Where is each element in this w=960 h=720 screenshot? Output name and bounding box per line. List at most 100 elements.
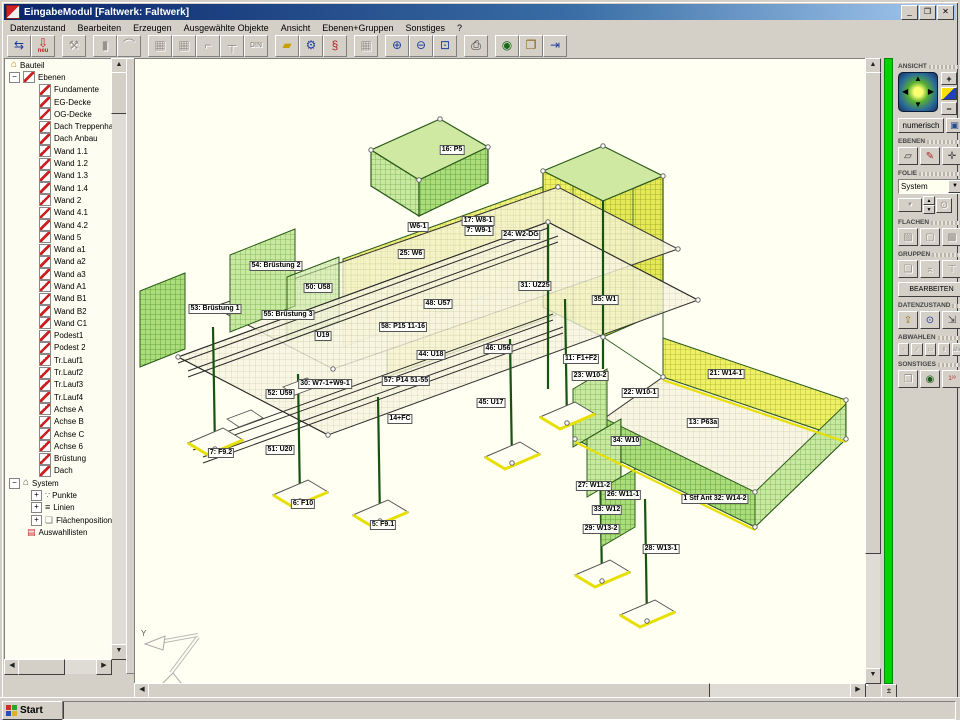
tree-item-linien[interactable]: +≡Linien bbox=[5, 502, 113, 514]
tree-item-wand-1-1[interactable]: Wand 1.1 bbox=[5, 145, 113, 157]
tree-item-eg-decke[interactable]: EG-Decke bbox=[5, 96, 113, 108]
einlesen-button[interactable]: ⇪ bbox=[898, 311, 918, 329]
gruppe-kopieren-button[interactable]: ❏ bbox=[898, 260, 918, 278]
abwahl-gruppe-button[interactable]: ‖ bbox=[938, 343, 949, 356]
raster-button[interactable]: ▦ bbox=[148, 35, 172, 57]
folie-select[interactable]: System ▼ bbox=[898, 179, 960, 194]
tree-item-tr-lauf3[interactable]: Tr.Lauf3 bbox=[5, 379, 113, 391]
menu-bearbeiten[interactable]: Bearbeiten bbox=[72, 22, 128, 34]
tree-item-brüstung[interactable]: Brüstung bbox=[5, 453, 113, 465]
model-viewport[interactable]: Y X 16: P5W6-117: W8-17: W9-124: W2-DG25… bbox=[134, 58, 868, 686]
flaeche-kontur-button[interactable]: ▢ bbox=[920, 228, 940, 246]
numeric-view-button[interactable]: numerisch bbox=[898, 118, 944, 133]
din-button[interactable]: DIN bbox=[244, 35, 268, 57]
abwahl-flaeche-button[interactable]: ▭ bbox=[925, 343, 936, 356]
tree-item-dach-anbau[interactable]: Dach Anbau bbox=[5, 133, 113, 145]
folie-spin-down-icon[interactable]: ▼ bbox=[923, 205, 935, 214]
menu-erzeugen[interactable]: Erzeugen bbox=[127, 22, 178, 34]
nummern-anzeigen-button[interactable]: 1²³ bbox=[942, 370, 960, 388]
tree-vertical-scrollbar[interactable]: ▲ ▼ bbox=[112, 58, 126, 660]
t-traeger-button[interactable]: ┬ bbox=[220, 35, 244, 57]
tree-item-dach-treppenha[interactable]: Dach Treppenha bbox=[5, 120, 113, 132]
stuetze-button[interactable]: ▮ bbox=[93, 35, 117, 57]
ebene-anzeigen-button[interactable]: ▱ bbox=[898, 147, 918, 165]
menu-sonstiges[interactable]: Sonstiges bbox=[400, 22, 452, 34]
abwahl-punkt-button[interactable]: ◦ bbox=[898, 343, 909, 356]
tree-item-og-decke[interactable]: OG-Decke bbox=[5, 108, 113, 120]
tree-item-system[interactable]: −⌂System bbox=[5, 477, 113, 489]
ebene-achsen-button[interactable]: ✛ bbox=[942, 147, 960, 165]
view-vertical-scrollbar[interactable]: ▲ ▼ bbox=[866, 58, 880, 684]
folie-sub-dropdown[interactable]: ▼ bbox=[898, 198, 922, 212]
tree-item-fundamente[interactable]: Fundamente bbox=[5, 84, 113, 96]
zoom-out-view-button[interactable]: − bbox=[941, 102, 957, 115]
rotate-left-icon[interactable]: ◀ bbox=[902, 88, 908, 96]
view-vscroll-thumb[interactable] bbox=[865, 72, 881, 554]
tree-item-tr-lauf4[interactable]: Tr.Lauf4 bbox=[5, 391, 113, 403]
tree-item-tr-lauf1[interactable]: Tr.Lauf1 bbox=[5, 354, 113, 366]
netz-button[interactable]: ▦ bbox=[354, 35, 378, 57]
menu--[interactable]: ? bbox=[451, 22, 468, 34]
expand-icon[interactable]: + bbox=[31, 515, 42, 526]
sichern-button[interactable]: ⇲ bbox=[942, 311, 960, 329]
datenzustand-wechseln-button[interactable]: ⇆ bbox=[7, 35, 31, 57]
menu-datenzustand[interactable]: Datenzustand bbox=[4, 22, 72, 34]
zoom-in-button[interactable]: ⊕ bbox=[385, 35, 409, 57]
tree-scroll-down-icon[interactable]: ▼ bbox=[111, 644, 127, 660]
werkzeuge-button[interactable]: ⚒ bbox=[62, 35, 86, 57]
tree-item-auswahllisten[interactable]: ▤Auswahllisten bbox=[5, 526, 113, 538]
tree-item-wand-c1[interactable]: Wand C1 bbox=[5, 317, 113, 329]
ansicht-wechsel-button[interactable]: ◉ bbox=[920, 370, 940, 388]
tree-item-ebenen[interactable]: −Ebenen bbox=[5, 71, 113, 83]
folie-spin-up-icon[interactable]: ▲ bbox=[923, 196, 935, 205]
folie-search-icon[interactable]: ⊙ bbox=[936, 198, 952, 213]
tree-item-wand-a1[interactable]: Wand A1 bbox=[5, 280, 113, 292]
bogen-button[interactable]: ⌒ bbox=[117, 35, 141, 57]
tree-item-flächenpositione[interactable]: +❏Flächenpositione bbox=[5, 514, 113, 526]
tree-item-wand-b2[interactable]: Wand B2 bbox=[5, 305, 113, 317]
close-button[interactable]: ✕ bbox=[937, 5, 954, 20]
tree-item-tr-lauf2[interactable]: Tr.Lauf2 bbox=[5, 366, 113, 378]
flaeche-schraffur-button[interactable]: ▨ bbox=[898, 228, 918, 246]
tree-item-wand-5[interactable]: Wand 5 bbox=[5, 231, 113, 243]
tree-item-podest1[interactable]: Podest1 bbox=[5, 330, 113, 342]
save-view-icon[interactable]: ▣ bbox=[946, 118, 960, 133]
gruppen-bearbeiten-button[interactable]: BEARBEITEN bbox=[898, 282, 960, 297]
beenden-button[interactable]: ⇥ bbox=[543, 35, 567, 57]
tree-item-dach[interactable]: Dach bbox=[5, 465, 113, 477]
chevron-down-icon[interactable]: ▼ bbox=[948, 180, 960, 193]
tree-item-wand-1-2[interactable]: Wand 1.2 bbox=[5, 157, 113, 169]
drucken-button[interactable]: ⎙ bbox=[464, 35, 488, 57]
menu-ausgewählte-objekte[interactable]: Ausgewählte Objekte bbox=[178, 22, 275, 34]
view-scroll-down-icon[interactable]: ▼ bbox=[865, 668, 881, 684]
oeffnen-button[interactable]: ▰ bbox=[275, 35, 299, 57]
collapse-icon[interactable]: − bbox=[9, 478, 20, 489]
gruppe-profil-button[interactable]: ⊤ bbox=[942, 260, 960, 278]
messen-button[interactable]: ⚙ bbox=[299, 35, 323, 57]
tree-item-bauteil[interactable]: ⌂Bauteil bbox=[5, 59, 113, 71]
tree-item-wand-b1[interactable]: Wand B1 bbox=[5, 293, 113, 305]
tree-horizontal-scrollbar[interactable]: ◀ ▶ bbox=[4, 660, 112, 674]
tree-item-wand-4-2[interactable]: Wand 4.2 bbox=[5, 219, 113, 231]
gruppe-heben-button[interactable]: ⌅ bbox=[920, 260, 940, 278]
abwahl-alle-button[interactable]: alle bbox=[952, 343, 960, 356]
contrast-icon[interactable] bbox=[941, 87, 957, 100]
flaeche-raster-button[interactable]: ▩ bbox=[942, 228, 960, 246]
normen-pruefen-button[interactable]: § bbox=[323, 35, 347, 57]
expand-icon[interactable]: + bbox=[31, 490, 42, 501]
tree-item-wand-4-1[interactable]: Wand 4.1 bbox=[5, 207, 113, 219]
tree-scroll-right-icon[interactable]: ▶ bbox=[96, 659, 112, 675]
abwahl-linie-button[interactable]: ∕ bbox=[911, 343, 922, 356]
tree-scroll-thumb[interactable] bbox=[111, 72, 127, 114]
kopieren-button[interactable]: ❐ bbox=[898, 370, 918, 388]
collapse-icon[interactable]: − bbox=[9, 72, 20, 83]
expand-icon[interactable]: + bbox=[31, 502, 42, 513]
zoom-fenster-button[interactable]: ⊡ bbox=[433, 35, 457, 57]
rotate-down-icon[interactable]: ▼ bbox=[914, 101, 922, 109]
neu-button[interactable]: ⇩neu bbox=[31, 35, 55, 57]
tree-item-achse-c[interactable]: Achse C bbox=[5, 428, 113, 440]
view-horizontal-scrollbar[interactable]: ◀ ▶ bbox=[134, 684, 866, 698]
ebene-bearbeiten-button[interactable]: ✎ bbox=[920, 147, 940, 165]
zoom-in-view-button[interactable]: + bbox=[941, 72, 957, 85]
tree-item-wand-a2[interactable]: Wand a2 bbox=[5, 256, 113, 268]
